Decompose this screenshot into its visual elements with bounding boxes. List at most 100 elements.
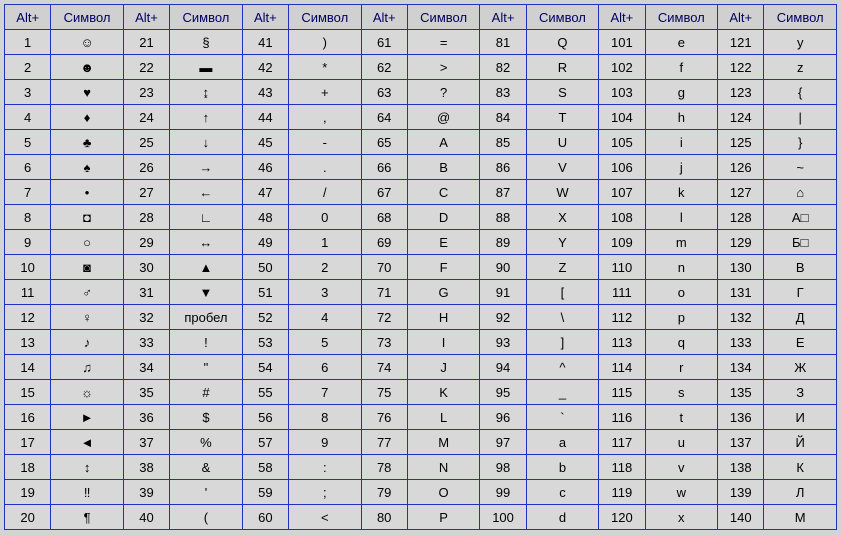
symbol-cell: - (289, 130, 362, 155)
symbol-cell: T (526, 105, 599, 130)
alt-code-cell: 127 (718, 180, 764, 205)
alt-code-cell: 67 (361, 180, 407, 205)
symbol-cell: # (170, 380, 243, 405)
symbol-cell: d (526, 505, 599, 530)
symbol-cell: ♥ (51, 80, 124, 105)
symbol-cell: Г (764, 280, 837, 305)
alt-code-cell: 60 (242, 505, 288, 530)
alt-code-cell: 104 (599, 105, 645, 130)
alt-code-cell: 93 (480, 330, 526, 355)
symbol-cell: $ (170, 405, 243, 430)
table-row: 9○29↔49169E89Y109m129Б□ (5, 230, 837, 255)
header-alt: Alt+ (123, 5, 169, 30)
alt-code-cell: 101 (599, 30, 645, 55)
header-symbol: Символ (407, 5, 480, 30)
symbol-cell: ∟ (170, 205, 243, 230)
alt-code-cell: 86 (480, 155, 526, 180)
alt-code-cell: 31 (123, 280, 169, 305)
symbol-cell: Л (764, 480, 837, 505)
symbol-cell: m (645, 230, 718, 255)
symbol-cell: l (645, 205, 718, 230)
alt-code-cell: 126 (718, 155, 764, 180)
alt-code-cell: 140 (718, 505, 764, 530)
alt-code-cell: 118 (599, 455, 645, 480)
symbol-cell: ♠ (51, 155, 124, 180)
table-row: 16►36$56876L96`116t136И (5, 405, 837, 430)
symbol-cell: ^ (526, 355, 599, 380)
symbol-cell: L (407, 405, 480, 430)
alt-code-cell: 87 (480, 180, 526, 205)
alt-code-cell: 103 (599, 80, 645, 105)
symbol-cell: ♣ (51, 130, 124, 155)
header-alt: Alt+ (242, 5, 288, 30)
symbol-cell: n (645, 255, 718, 280)
alt-code-cell: 30 (123, 255, 169, 280)
alt-code-cell: 8 (5, 205, 51, 230)
alt-code-cell: 117 (599, 430, 645, 455)
alt-code-cell: 37 (123, 430, 169, 455)
symbol-cell: ◙ (51, 255, 124, 280)
symbol-cell: З (764, 380, 837, 405)
header-symbol: Символ (170, 5, 243, 30)
alt-code-cell: 7 (5, 180, 51, 205)
symbol-cell: M (407, 430, 480, 455)
alt-code-cell: 46 (242, 155, 288, 180)
table-row: 15☼35#55775K95_115s135З (5, 380, 837, 405)
alt-code-cell: 41 (242, 30, 288, 55)
alt-code-cell: 79 (361, 480, 407, 505)
symbol-cell: ► (51, 405, 124, 430)
alt-code-cell: 25 (123, 130, 169, 155)
symbol-cell: ↓ (170, 130, 243, 155)
symbol-cell: } (764, 130, 837, 155)
alt-code-cell: 129 (718, 230, 764, 255)
symbol-cell: f (645, 55, 718, 80)
alt-code-cell: 1 (5, 30, 51, 55)
alt-code-cell: 10 (5, 255, 51, 280)
table-row: 17◄37%57977M97a117u137Й (5, 430, 837, 455)
symbol-cell: ☺ (51, 30, 124, 55)
alt-code-cell: 97 (480, 430, 526, 455)
symbol-cell: > (407, 55, 480, 80)
alt-code-cell: 91 (480, 280, 526, 305)
alt-code-cell: 113 (599, 330, 645, 355)
symbol-cell: [ (526, 280, 599, 305)
alt-code-cell: 110 (599, 255, 645, 280)
alt-code-cell: 90 (480, 255, 526, 280)
table-row: 2☻22▬42*62>82R102f122z (5, 55, 837, 80)
symbol-cell: * (289, 55, 362, 80)
alt-code-cell: 65 (361, 130, 407, 155)
symbol-cell: ~ (764, 155, 837, 180)
alt-code-cell: 75 (361, 380, 407, 405)
alt-code-cell: 85 (480, 130, 526, 155)
alt-code-cell: 34 (123, 355, 169, 380)
symbol-cell: | (764, 105, 837, 130)
table-row: 14♫34"54674J94^114r134Ж (5, 355, 837, 380)
header-symbol: Символ (51, 5, 124, 30)
symbol-cell: , (289, 105, 362, 130)
alt-code-cell: 128 (718, 205, 764, 230)
symbol-cell: ↔ (170, 230, 243, 255)
symbol-cell: ← (170, 180, 243, 205)
alt-code-cell: 45 (242, 130, 288, 155)
symbol-cell: ↨ (170, 80, 243, 105)
symbol-cell: ▲ (170, 255, 243, 280)
symbol-cell: Й (764, 430, 837, 455)
symbol-cell: + (289, 80, 362, 105)
symbol-cell: ↑ (170, 105, 243, 130)
symbol-cell: ▬ (170, 55, 243, 80)
table-row: 11♂31▼51371G91[111o131Г (5, 280, 837, 305)
symbol-cell: G (407, 280, 480, 305)
alt-code-cell: 105 (599, 130, 645, 155)
symbol-cell: = (407, 30, 480, 55)
alt-code-cell: 138 (718, 455, 764, 480)
alt-code-cell: 55 (242, 380, 288, 405)
symbol-cell: ♂ (51, 280, 124, 305)
symbol-cell: И (764, 405, 837, 430)
symbol-cell: 7 (289, 380, 362, 405)
table-row: 6♠26→46.66B86V106j126~ (5, 155, 837, 180)
symbol-cell: \ (526, 305, 599, 330)
symbol-cell: J (407, 355, 480, 380)
alt-code-cell: 82 (480, 55, 526, 80)
symbol-cell: ` (526, 405, 599, 430)
alt-code-cell: 72 (361, 305, 407, 330)
